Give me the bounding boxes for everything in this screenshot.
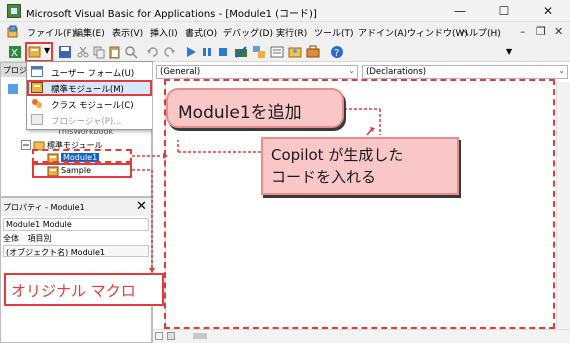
tab-categorized[interactable]: 項目別 (28, 234, 52, 243)
menu-item-label: ユーザー フォーム(U) (51, 69, 135, 79)
scrollbar-thumb[interactable] (193, 333, 207, 339)
callout-copilot-line-1: Copilot が生成した (271, 146, 404, 164)
break-icon[interactable] (200, 45, 214, 59)
copy-icon[interactable] (92, 45, 106, 59)
view-code-icon[interactable] (7, 83, 19, 95)
object-combo-value: (General) (160, 67, 201, 77)
menu-file[interactable]: ファイル(F) (27, 26, 75, 39)
vba-project-icon[interactable] (6, 25, 20, 39)
find-icon[interactable] (124, 45, 138, 59)
save-icon[interactable] (58, 45, 72, 59)
insert-dropdown-menu: ユーザー フォーム(U) 標準モジュール(M) クラス モジュール(C) プロシ… (26, 61, 153, 130)
object-browser-icon[interactable] (288, 45, 302, 59)
menu-tools[interactable]: ツール(T) (314, 26, 354, 39)
full-module-view-icon[interactable] (167, 332, 175, 340)
chevron-down-icon: ⌄ (558, 66, 565, 75)
maximize-button[interactable]: ☐ (482, 0, 526, 22)
mdi-minimize-button[interactable]: – (520, 25, 526, 38)
minimize-button[interactable]: — (438, 0, 482, 22)
toolbox-icon[interactable] (306, 45, 320, 59)
svg-text:?: ? (334, 48, 339, 59)
callout-add-module: Module1を追加 (166, 88, 344, 128)
procedure-combo[interactable]: (Declarations) ⌄ (362, 65, 568, 79)
menu-format[interactable]: 書式(O) (185, 26, 217, 39)
insert-dropdown-arrow-icon[interactable]: ▼ (44, 46, 50, 55)
collapse-icon[interactable] (21, 140, 31, 150)
module-icon (31, 82, 43, 93)
excel-vba-icon (7, 4, 21, 18)
menu-item-standard-module[interactable]: 標準モジュール(M) (27, 80, 152, 96)
properties-window-icon[interactable] (270, 45, 284, 59)
properties-close-button[interactable]: ✕ (134, 199, 149, 214)
module1-highlight (32, 149, 132, 163)
object-combo[interactable]: (General) ⌄ (156, 65, 358, 79)
userform-icon (31, 66, 43, 77)
svg-text:X: X (11, 48, 18, 59)
standard-toolbar: X ▼ ? ▼ (0, 42, 570, 62)
run-icon[interactable] (184, 45, 198, 59)
paste-icon[interactable] (108, 45, 122, 59)
callout-original-macro: オリジナル マクロ (4, 273, 164, 306)
view-excel-icon[interactable]: X (8, 45, 22, 59)
properties-pane: プロパティ - Module1 ✕ Module1 Module 全体 項目別 … (0, 197, 152, 343)
vertical-scrollbar[interactable] (556, 82, 570, 329)
menu-edit[interactable]: 編集(E) (74, 26, 105, 39)
menu-item-userform[interactable]: ユーザー フォーム(U) (27, 64, 152, 80)
procedure-icon (31, 114, 43, 125)
help-icon[interactable]: ? (330, 45, 344, 59)
reset-icon[interactable] (216, 45, 230, 59)
property-row-name[interactable]: (オブジェクト名) Module1 (3, 245, 149, 257)
project-explorer-icon[interactable] (252, 45, 266, 59)
menu-item-label: 標準モジュール(M) (51, 85, 124, 95)
redo-icon[interactable] (162, 45, 176, 59)
menu-item-label: プロシージャ(P)... (51, 117, 122, 127)
title-bar: Microsoft Visual Basic for Applications … (0, 0, 570, 22)
horizontal-scrollbar[interactable] (153, 329, 570, 343)
design-mode-icon[interactable] (234, 45, 248, 59)
menu-addins[interactable]: アドイン(A) (358, 26, 407, 39)
sample-highlight (32, 163, 132, 178)
class-module-icon (32, 99, 42, 108)
chevron-down-icon: ⌄ (348, 66, 355, 75)
window-title: Microsoft Visual Basic for Applications … (26, 9, 317, 20)
mdi-restore-button[interactable]: ❐ (536, 25, 546, 38)
tab-alphabetic[interactable]: 全体 (3, 234, 19, 243)
cut-icon[interactable] (76, 45, 90, 59)
menu-item-label: クラス モジュール(C) (51, 101, 134, 111)
menu-run[interactable]: 実行(R) (276, 26, 307, 39)
properties-tabs: 全体 項目別 (3, 233, 52, 244)
menu-debug[interactable]: デバッグ(D) (223, 26, 273, 39)
menu-item-class-module[interactable]: クラス モジュール(C) (27, 96, 152, 112)
callout-copilot: Copilot が生成した コードを入れる (261, 137, 459, 195)
callout-copilot-line-2: コードを入れる (271, 168, 377, 186)
toolbar-options-icon[interactable]: ▼ (506, 47, 512, 56)
properties-object-select[interactable]: Module1 Module (3, 218, 149, 231)
insert-module-icon[interactable] (28, 45, 42, 59)
procedure-view-icon[interactable] (155, 332, 163, 340)
close-button[interactable]: ✕ (526, 0, 570, 22)
menu-item-procedure: プロシージャ(P)... (27, 112, 152, 128)
procedure-combo-value: (Declarations) (366, 67, 427, 77)
menu-help[interactable]: ヘルプ(H) (460, 26, 501, 39)
mdi-close-button[interactable]: ✕ (554, 25, 563, 38)
properties-pane-header: プロパティ - Module1 (1, 198, 151, 216)
menu-insert[interactable]: 挿入(I) (150, 26, 178, 39)
menu-window[interactable]: ウィンドウ(W) (407, 26, 468, 39)
undo-icon[interactable] (146, 45, 160, 59)
menu-view[interactable]: 表示(V) (112, 26, 143, 39)
menu-bar: ファイル(F) 編集(E) 表示(V) 挿入(I) 書式(O) デバッグ(D) … (0, 22, 570, 42)
